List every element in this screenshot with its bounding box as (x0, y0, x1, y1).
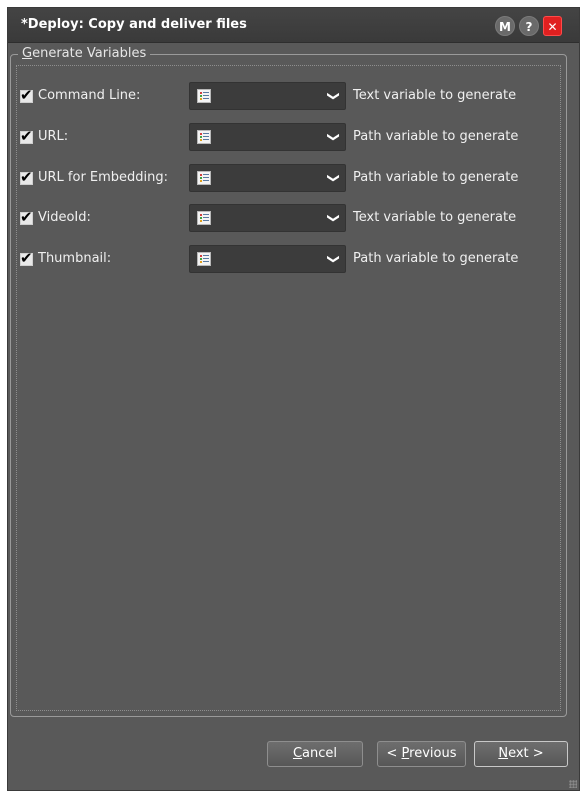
variable-row: ✔ URL: ❯ Path variable to generate (0, 122, 573, 152)
variable-checkbox[interactable]: ✔ (20, 249, 33, 267)
checkmark-icon: ✔ (20, 208, 33, 226)
variable-checkbox[interactable]: ✔ (20, 86, 33, 104)
variable-row: ✔ Thumbnail: ❯ Path variable to generate (0, 244, 573, 274)
next-button[interactable]: Next > (474, 741, 568, 767)
window-title: *Deploy: Copy and deliver files (21, 17, 247, 32)
variable-list-icon (197, 171, 211, 185)
next-label: ext > (508, 746, 544, 761)
title-bar[interactable]: *Deploy: Copy and deliver files M ? ✕ (8, 8, 579, 43)
legend-mnemonic: G (22, 46, 33, 61)
variable-label: URL: (38, 129, 69, 144)
variable-select[interactable]: ❯ (189, 245, 346, 273)
variable-label: URL for Embedding: (38, 170, 169, 185)
variable-description: Text variable to generate (353, 210, 517, 225)
variable-description: Text variable to generate (353, 88, 517, 103)
variable-row: ✔ URL for Embedding: ❯ Path variable to gen… (0, 163, 573, 193)
variable-list-icon (197, 211, 211, 225)
variable-select[interactable]: ❯ (189, 204, 346, 232)
checkmark-icon: ✔ (20, 249, 33, 267)
variable-description: Path variable to generate (353, 251, 519, 266)
variable-checkbox[interactable]: ✔ (20, 127, 33, 145)
variable-label: VideoId: (38, 210, 91, 225)
chevron-down-icon[interactable]: ❯ (327, 211, 341, 225)
variable-label: Thumbnail: (38, 251, 112, 266)
previous-mnemonic: P (401, 746, 410, 761)
chevron-down-icon[interactable]: ❯ (327, 89, 341, 103)
variable-list-icon (197, 252, 211, 266)
next-mnemonic: N (498, 746, 509, 761)
m-button[interactable]: M (495, 16, 515, 36)
previous-prefix: < (386, 746, 402, 761)
variable-select[interactable]: ❯ (189, 82, 346, 110)
help-icon[interactable]: ? (519, 16, 539, 36)
checkmark-icon: ✔ (20, 127, 33, 145)
resize-grip-icon[interactable] (569, 780, 577, 788)
generate-variables-group (10, 54, 567, 717)
variable-list-icon (197, 130, 211, 144)
group-legend: Generate Variables (18, 46, 151, 61)
chevron-down-icon[interactable]: ❯ (327, 171, 341, 185)
chevron-down-icon[interactable]: ❯ (327, 252, 341, 266)
variable-description: Path variable to generate (353, 129, 519, 144)
previous-button[interactable]: < Previous (377, 741, 466, 767)
variable-list-icon (197, 89, 211, 103)
legend-text: enerate Variables (32, 46, 147, 61)
chevron-down-icon[interactable]: ❯ (327, 130, 341, 144)
close-icon[interactable]: ✕ (543, 16, 562, 36)
checkmark-icon: ✔ (20, 168, 33, 186)
variable-label: Command Line: (38, 88, 141, 103)
variable-checkbox[interactable]: ✔ (20, 168, 33, 186)
cancel-mnemonic: C (292, 746, 303, 761)
previous-label: revious (409, 746, 457, 761)
variable-select[interactable]: ❯ (189, 164, 346, 192)
cancel-label: ancel (302, 746, 338, 761)
variable-row: ✔ Command Line: ❯ Text variable to generate (0, 81, 573, 111)
variable-checkbox[interactable]: ✔ (20, 208, 33, 226)
variable-row: ✔ VideoId: ❯ Text variable to generate (0, 203, 573, 233)
group-inner-border (16, 65, 561, 711)
variable-select[interactable]: ❯ (189, 123, 346, 151)
variable-description: Path variable to generate (353, 170, 519, 185)
cancel-button[interactable]: Cancel (267, 741, 363, 767)
checkmark-icon: ✔ (20, 86, 33, 104)
